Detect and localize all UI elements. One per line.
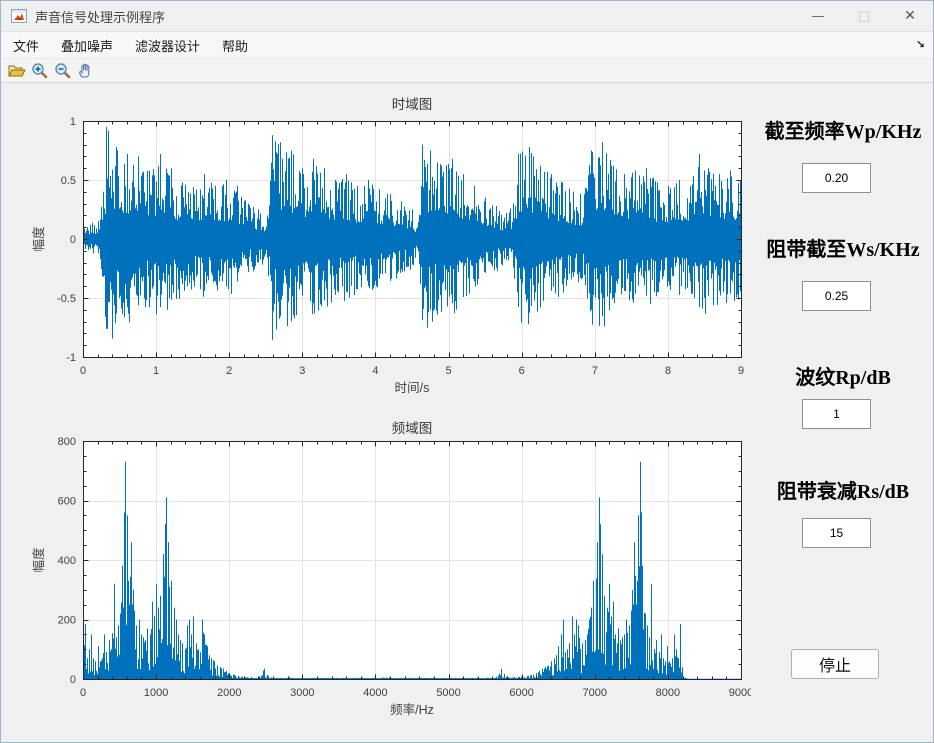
svg-text:3000: 3000	[290, 687, 314, 699]
frequency-domain-plot[interactable]: 0 1000 2000 3000 4000 5000 6000 7000 8000 9000 0 20…	[26, 421, 751, 741]
pan-hand-icon[interactable]	[74, 60, 97, 81]
rs-attenuation-label: 阻带衰减Rs/dB	[753, 475, 933, 504]
close-button[interactable]: ✕	[887, 1, 933, 31]
menu-overflow-arrow-icon[interactable]: ↘	[916, 38, 925, 51]
svg-text:0: 0	[80, 365, 86, 377]
svg-text:1000: 1000	[144, 687, 168, 699]
zoom-in-icon[interactable]	[28, 60, 51, 81]
menu-bar: 文件 叠加噪声 滤波器设计 帮助 ↘	[1, 31, 933, 58]
svg-text:5000: 5000	[436, 687, 460, 699]
zoom-out-icon[interactable]	[51, 60, 74, 81]
svg-text:4000: 4000	[363, 687, 387, 699]
ws-stopband-input[interactable]	[802, 281, 871, 311]
ws-stopband-label: 阻带截至Ws/KHz	[753, 233, 933, 262]
wp-cutoff-input[interactable]	[802, 163, 871, 193]
menu-filter-design[interactable]: 滤波器设计	[125, 31, 210, 60]
svg-text:幅度: 幅度	[31, 547, 46, 573]
svg-text:0: 0	[80, 687, 86, 699]
svg-text:1: 1	[153, 365, 159, 377]
svg-text:400: 400	[58, 555, 76, 567]
wp-cutoff-label: 截至频率Wp/KHz	[753, 115, 933, 144]
svg-text:频域图: 频域图	[392, 421, 433, 436]
svg-text:0: 0	[70, 674, 76, 686]
menu-add-noise[interactable]: 叠加噪声	[51, 31, 123, 60]
svg-text:-0.5: -0.5	[57, 293, 76, 305]
rs-attenuation-input[interactable]	[802, 518, 871, 548]
svg-text:7000: 7000	[583, 687, 607, 699]
svg-text:0.5: 0.5	[61, 175, 76, 187]
svg-text:幅度: 幅度	[31, 226, 46, 252]
matlab-app-icon	[11, 9, 27, 23]
svg-text:-1: -1	[66, 352, 76, 364]
svg-text:5: 5	[445, 365, 451, 377]
figure-canvas: 0123456789-1-0.500.51时域图时间/s幅度 010002000…	[1, 83, 934, 743]
svg-text:800: 800	[58, 436, 76, 448]
rp-ripple-input[interactable]	[802, 399, 871, 429]
rp-ripple-label: 波纹Rp/dB	[753, 361, 933, 390]
svg-text:6000: 6000	[509, 687, 533, 699]
app-window: 声音信号处理示例程序 — □ ✕ 文件 叠加噪声 滤波器设计 帮助 ↘	[0, 0, 934, 743]
open-file-icon[interactable]	[5, 60, 28, 81]
svg-text:2000: 2000	[217, 687, 241, 699]
svg-text:1: 1	[70, 116, 76, 128]
svg-text:0: 0	[70, 234, 76, 246]
svg-text:600: 600	[58, 496, 76, 508]
window-title: 声音信号处理示例程序	[35, 7, 165, 26]
svg-text:频率/Hz: 频率/Hz	[390, 702, 434, 717]
svg-text:6: 6	[519, 365, 525, 377]
minimize-button[interactable]: —	[795, 1, 841, 31]
svg-text:8000: 8000	[656, 687, 680, 699]
time-domain-plot[interactable]: 0 1 2 3 4 5 6 7 8 9 -1 -0.5 0 0.5 1 时域图时间/s 幅度	[26, 87, 751, 417]
svg-text:9: 9	[738, 365, 744, 377]
svg-text:7: 7	[592, 365, 598, 377]
toolbar	[1, 58, 933, 83]
svg-text:4: 4	[372, 365, 378, 377]
svg-text:时域图: 时域图	[392, 97, 433, 112]
maximize-button[interactable]: □	[841, 1, 887, 31]
svg-text:3: 3	[299, 365, 305, 377]
svg-text:9000: 9000	[729, 687, 751, 699]
svg-text:200: 200	[58, 615, 76, 627]
stop-button[interactable]: 停止	[791, 649, 879, 679]
svg-text:8: 8	[665, 365, 671, 377]
svg-text:2: 2	[226, 365, 232, 377]
title-bar: 声音信号处理示例程序 — □ ✕	[1, 1, 933, 31]
svg-text:时间/s: 时间/s	[395, 381, 430, 395]
menu-help[interactable]: 帮助	[212, 31, 258, 60]
menu-file[interactable]: 文件	[3, 31, 49, 60]
